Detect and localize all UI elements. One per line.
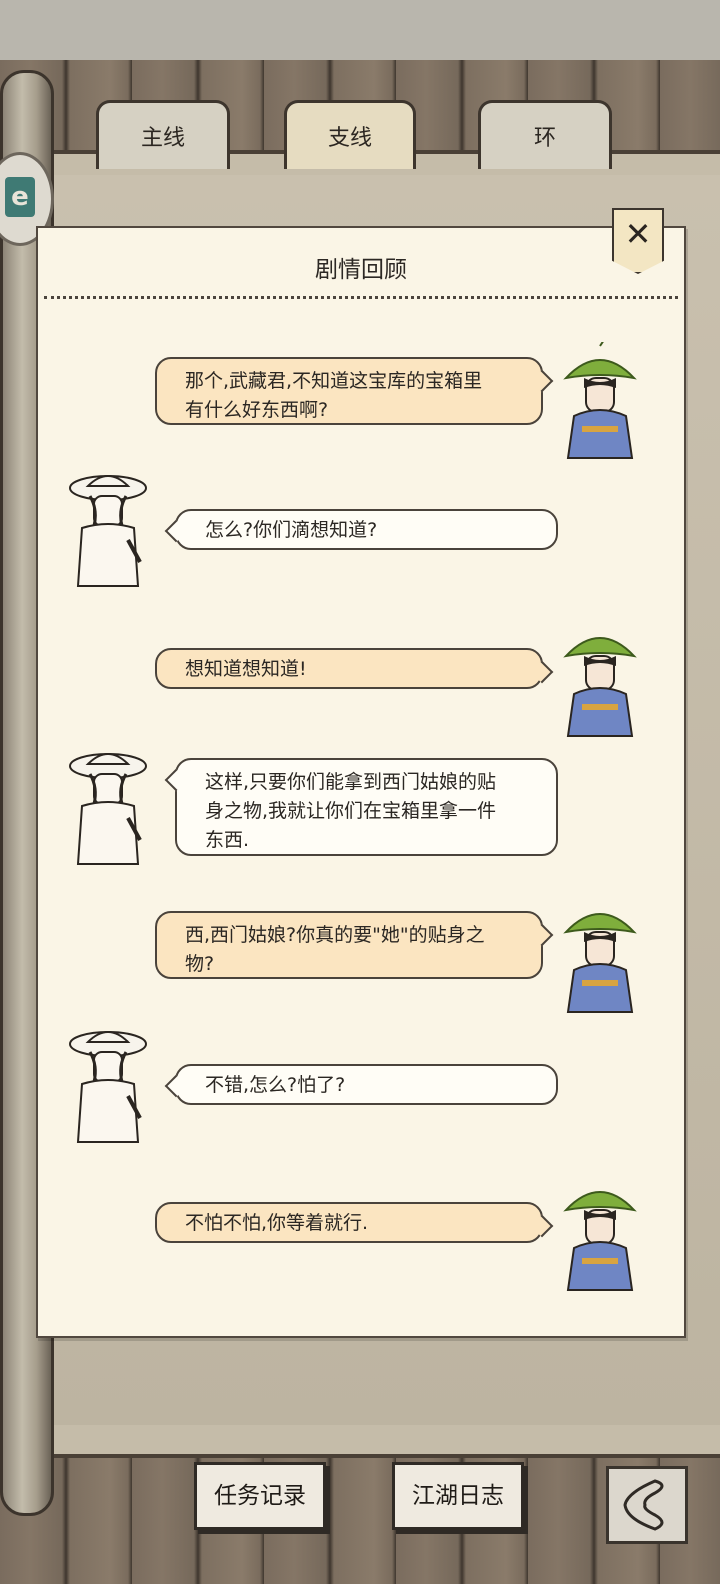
green-leaf-hat-boy-avatar bbox=[563, 913, 637, 1013]
tab-ring-quest[interactable]: 环 bbox=[478, 100, 612, 169]
dialogue-line: 物? bbox=[185, 953, 215, 975]
green-leaf-hat-boy-avatar bbox=[563, 342, 637, 459]
dialogue-line: 西,西门姑娘?你真的要"她"的贴身之 bbox=[185, 924, 485, 946]
green-leaf-hat-boy-avatar bbox=[563, 637, 637, 737]
dialogue-line: 身之物,我就让你们在宝箱里拿一件 bbox=[205, 800, 497, 822]
jianghu-journal-button[interactable]: 江湖日志 bbox=[392, 1462, 524, 1530]
dialogue-bubble-left: 这样,只要你们能拿到西门姑娘的贴 身之物,我就让你们在宝箱里拿一件 东西. bbox=[164, 758, 558, 856]
green-leaf-hat-boy-avatar bbox=[563, 1191, 637, 1291]
straw-hat-samurai-avatar bbox=[69, 753, 147, 865]
straw-hat-samurai-avatar bbox=[69, 1031, 147, 1143]
dialogue-bubble-left: 不错,怎么?怕了? bbox=[164, 1064, 558, 1105]
back-arrow-icon bbox=[623, 1479, 664, 1531]
task-record-button[interactable]: 任务记录 bbox=[194, 1462, 326, 1530]
panel-title: 剧情回顾 bbox=[315, 257, 407, 283]
dialogue-bubble-right: 想知道想知道! bbox=[155, 648, 554, 689]
tab-main-quest[interactable]: 主线 bbox=[96, 100, 230, 169]
dialogue-line: 想知道想知道! bbox=[185, 658, 307, 680]
dialogue-line: 东西. bbox=[205, 829, 250, 851]
dialogue-bubble-right: 西,西门姑娘?你真的要"她"的贴身之 物? bbox=[155, 911, 554, 979]
dialogue-line: 不错,怎么?怕了? bbox=[205, 1074, 346, 1096]
dialogue-line: 怎么?你们滴想知道? bbox=[205, 519, 378, 541]
dialogue-bubble-right: 那个,武藏君,不知道这宝库的宝箱里 有什么好东西啊? bbox=[155, 357, 554, 425]
close-x-icon: ✕ bbox=[624, 215, 652, 253]
avatar-emblem-icon: e bbox=[5, 177, 35, 217]
dialogue-line: 有什么好东西啊? bbox=[185, 399, 329, 421]
straw-hat-samurai-avatar bbox=[69, 475, 147, 587]
dialogue-line: 那个,武藏君,不知道这宝库的宝箱里 bbox=[185, 370, 483, 392]
dotted-divider bbox=[44, 296, 678, 299]
back-button[interactable] bbox=[606, 1466, 688, 1544]
close-button[interactable]: ✕ bbox=[612, 208, 664, 274]
dialogue-line: 不怕不怕,你等着就行. bbox=[185, 1212, 369, 1234]
dialogue-bubble-right: 不怕不怕,你等着就行. bbox=[155, 1202, 554, 1243]
top-status-strip bbox=[0, 0, 720, 63]
dialogue-line: 这样,只要你们能拿到西门姑娘的贴 bbox=[205, 771, 497, 793]
tab-side-quest[interactable]: 支线 bbox=[284, 100, 416, 169]
dialogue-bubble-left: 怎么?你们滴想知道? bbox=[164, 509, 558, 550]
